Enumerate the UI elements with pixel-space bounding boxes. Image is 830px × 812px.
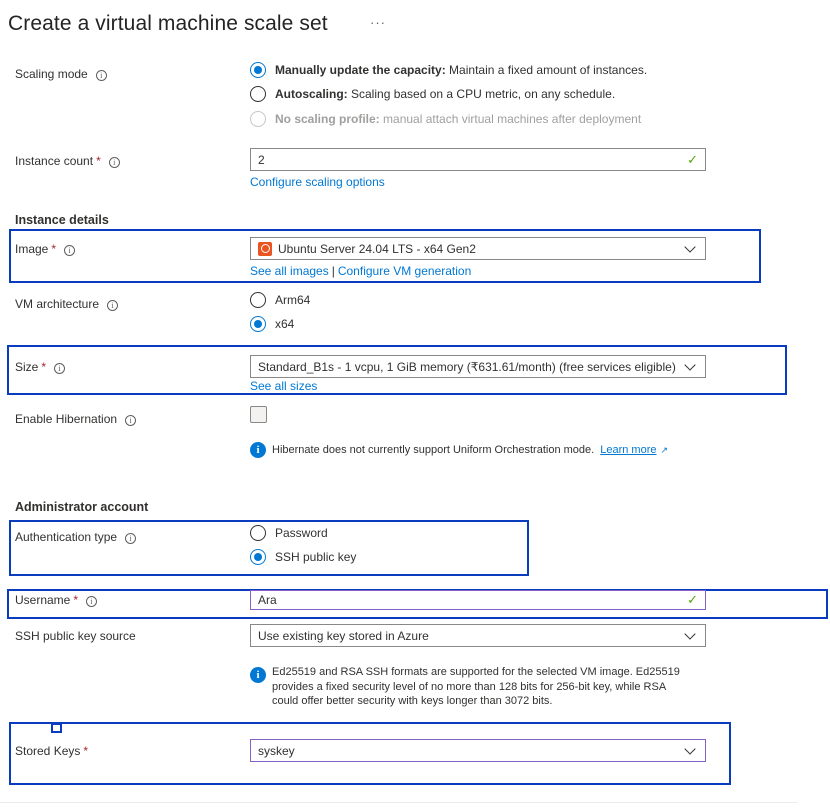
- stored-keys-dropdown[interactable]: syskey: [250, 739, 706, 762]
- page-title: Create a virtual machine scale set: [8, 12, 328, 35]
- info-icon[interactable]: i: [125, 533, 137, 544]
- radio-button-disabled: [250, 111, 266, 127]
- configure-vm-generation-link[interactable]: Configure VM generation: [338, 264, 471, 278]
- instance-count-input[interactable]: 2 ✓: [250, 148, 706, 171]
- info-icon[interactable]: i: [54, 363, 66, 374]
- info-icon[interactable]: i: [108, 157, 120, 168]
- chevron-down-icon: [684, 240, 696, 253]
- ssh-format-info-note: i Ed25519 and RSA SSH formats are suppor…: [250, 665, 680, 709]
- external-link-icon: ↗: [660, 444, 669, 455]
- instance-details-heading: Instance details: [15, 213, 109, 227]
- radio-button[interactable]: [250, 525, 266, 541]
- bottom-divider: [0, 802, 797, 803]
- chevron-down-icon: [684, 742, 696, 755]
- info-filled-icon: i: [250, 442, 266, 458]
- hibernation-label: Enable Hibernation i: [15, 412, 137, 426]
- radio-button-selected[interactable]: [250, 316, 266, 332]
- info-filled-icon: i: [250, 667, 266, 683]
- image-links: See all images | Configure VM generation: [250, 264, 472, 278]
- size-label: Size * i: [15, 360, 66, 374]
- authentication-type-label: Authentication type i: [15, 530, 137, 544]
- vm-architecture-label: VM architecture i: [15, 297, 119, 311]
- info-icon[interactable]: i: [107, 300, 119, 311]
- info-icon[interactable]: i: [64, 245, 76, 256]
- radio-password[interactable]: Password: [250, 525, 328, 541]
- username-label: Username * i: [15, 593, 98, 607]
- image-label: Image * i: [15, 242, 76, 256]
- ssh-key-source-label: SSH public key source: [15, 629, 136, 643]
- radio-x64[interactable]: x64: [250, 316, 294, 332]
- size-dropdown[interactable]: Standard_B1s - 1 vcpu, 1 GiB memory (₹63…: [250, 355, 706, 378]
- checkmark-icon: ✓: [687, 592, 698, 607]
- radio-button-selected[interactable]: [250, 549, 266, 565]
- radio-manual-capacity[interactable]: Manually update the capacity: Maintain a…: [250, 62, 647, 78]
- radio-button-selected[interactable]: [250, 62, 266, 78]
- radio-button[interactable]: [250, 292, 266, 308]
- configure-scaling-link[interactable]: Configure scaling options: [250, 175, 385, 189]
- chevron-down-icon: [684, 358, 696, 371]
- more-options-icon[interactable]: ···: [370, 15, 386, 30]
- scaling-mode-label: Scaling mode i: [15, 67, 107, 81]
- radio-button[interactable]: [250, 86, 266, 102]
- info-icon[interactable]: i: [95, 70, 107, 81]
- checkmark-icon: ✓: [687, 151, 698, 167]
- radio-no-scaling-profile: No scaling profile: manual attach virtua…: [250, 111, 641, 127]
- image-dropdown[interactable]: Ubuntu Server 24.04 LTS - x64 Gen2: [250, 237, 706, 260]
- radio-arm64[interactable]: Arm64: [250, 292, 310, 308]
- hibernation-checkbox[interactable]: [250, 406, 267, 423]
- see-all-sizes-link[interactable]: See all sizes: [250, 379, 317, 393]
- chevron-down-icon: [684, 627, 696, 640]
- ubuntu-icon: [258, 241, 272, 256]
- stored-keys-label: Stored Keys *: [15, 744, 89, 758]
- instance-count-label: Instance count * i: [15, 154, 120, 168]
- username-input[interactable]: Ara ✓: [250, 590, 706, 610]
- learn-more-link[interactable]: Learn more: [600, 444, 656, 456]
- radio-autoscaling[interactable]: Autoscaling: Scaling based on a CPU metr…: [250, 86, 615, 102]
- hibernation-info-note: i Hibernate does not currently support U…: [250, 442, 668, 458]
- info-icon[interactable]: i: [125, 415, 137, 426]
- info-icon[interactable]: i: [86, 596, 98, 607]
- see-all-images-link[interactable]: See all images: [250, 264, 329, 278]
- radio-ssh-public-key[interactable]: SSH public key: [250, 549, 356, 565]
- ssh-key-source-dropdown[interactable]: Use existing key stored in Azure: [250, 624, 706, 647]
- administrator-account-heading: Administrator account: [15, 500, 149, 514]
